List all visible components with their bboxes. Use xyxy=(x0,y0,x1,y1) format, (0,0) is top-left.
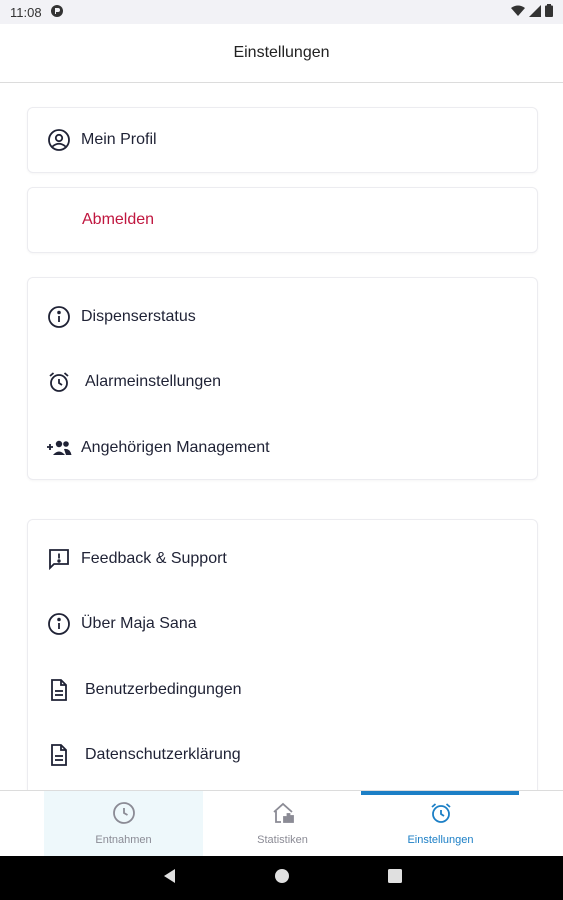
logout-card: Abmelden xyxy=(27,187,538,253)
privacy-item[interactable]: Datenschutzerklärung xyxy=(46,735,519,775)
family-management-item[interactable]: Angehörigen Management xyxy=(46,428,519,468)
settings-content[interactable]: Mein Profil Abmelden Dispenserstatus Ala… xyxy=(0,83,563,790)
account-circle-icon xyxy=(46,127,72,153)
battery-icon xyxy=(545,4,553,20)
system-navigation-bar xyxy=(0,856,563,900)
info-icon xyxy=(46,611,72,637)
alarm-clock-icon xyxy=(429,801,453,828)
app-notification-icon xyxy=(50,4,64,21)
about-label: Über Maja Sana xyxy=(81,615,197,632)
bottom-navigation: Entnahmen Statistiken Einstellungen xyxy=(0,790,563,857)
feedback-icon xyxy=(46,546,72,572)
feedback-support-item[interactable]: Feedback & Support xyxy=(46,539,519,579)
privacy-label: Datenschutzerklärung xyxy=(85,746,241,763)
device-settings-card: Dispenserstatus Alarmeinstellungen Angeh… xyxy=(27,277,538,480)
logout-label: Abmelden xyxy=(82,211,155,228)
dispenser-status-label: Dispenserstatus xyxy=(81,308,196,325)
terms-label: Benutzerbedingungen xyxy=(85,681,242,698)
tab-statistiken[interactable]: Statistiken xyxy=(203,791,362,857)
tab-statistiken-label: Statistiken xyxy=(257,834,308,846)
tab-einstellungen[interactable]: Einstellungen xyxy=(361,791,520,857)
group-add-icon xyxy=(46,435,72,461)
logout-button[interactable]: Abmelden xyxy=(46,200,519,240)
feedback-support-label: Feedback & Support xyxy=(81,550,227,567)
my-profile-item[interactable]: Mein Profil xyxy=(46,120,519,160)
document-icon xyxy=(46,742,72,768)
info-icon xyxy=(46,304,72,330)
alarm-clock-icon xyxy=(46,369,72,395)
status-time: 11:08 xyxy=(10,4,42,20)
clock-icon xyxy=(112,801,136,828)
home-chart-icon xyxy=(271,801,295,828)
profile-card: Mein Profil xyxy=(27,107,538,173)
status-bar: 11:08 xyxy=(0,0,563,24)
document-icon xyxy=(46,677,72,703)
recents-icon[interactable] xyxy=(387,868,402,888)
family-management-label: Angehörigen Management xyxy=(81,439,270,456)
about-item[interactable]: Über Maja Sana xyxy=(46,604,519,644)
my-profile-label: Mein Profil xyxy=(81,131,157,148)
tab-entnahmen[interactable]: Entnahmen xyxy=(44,791,203,857)
alarm-settings-item[interactable]: Alarmeinstellungen xyxy=(46,362,519,402)
terms-item[interactable]: Benutzerbedingungen xyxy=(46,670,519,710)
alarm-settings-label: Alarmeinstellungen xyxy=(85,373,222,390)
app-bar: Einstellungen xyxy=(0,24,563,83)
back-icon[interactable] xyxy=(162,868,176,889)
signal-icon xyxy=(529,4,541,20)
tab-einstellungen-label: Einstellungen xyxy=(407,834,474,846)
page-title: Einstellungen xyxy=(233,44,330,61)
info-card: Feedback & Support Über Maja Sana Benutz… xyxy=(27,519,538,790)
tab-entnahmen-label: Entnahmen xyxy=(95,834,152,846)
wifi-icon xyxy=(511,5,525,20)
dispenser-status-item[interactable]: Dispenserstatus xyxy=(46,297,519,337)
home-icon[interactable] xyxy=(274,868,290,889)
